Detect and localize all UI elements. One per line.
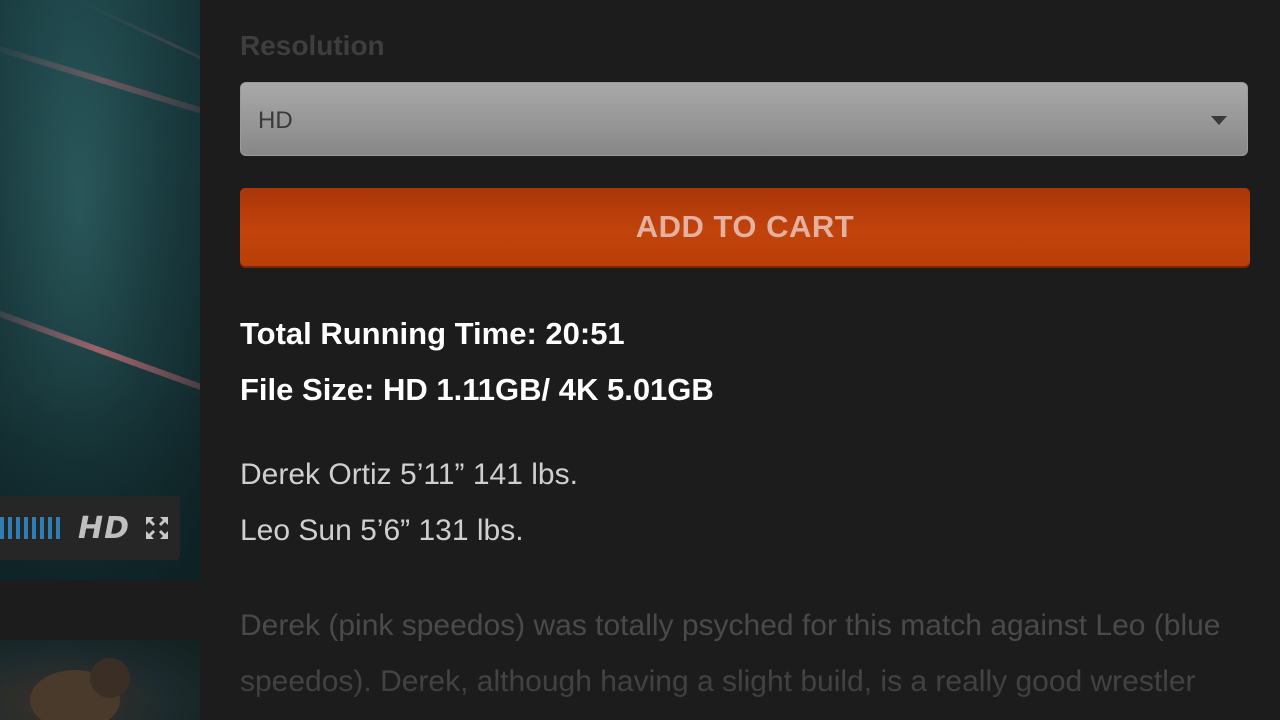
video-player[interactable]: HD	[0, 0, 200, 580]
volume-level-indicator[interactable]	[0, 516, 60, 540]
add-to-cart-label: ADD TO CART	[635, 209, 855, 244]
video-frame-detail	[79, 0, 200, 88]
volume-bar	[8, 517, 12, 539]
volume-bar	[40, 517, 44, 539]
resolution-select[interactable]: HD	[240, 82, 1248, 156]
thumbnail-detail	[90, 658, 130, 698]
volume-bar	[56, 517, 60, 539]
hd-quality-toggle[interactable]: HD	[78, 511, 130, 546]
volume-bar	[48, 517, 52, 539]
volume-bar	[0, 517, 4, 539]
video-thumbnail-secondary[interactable]	[0, 640, 200, 720]
volume-bar	[32, 517, 36, 539]
product-description: Derek (pink speedos) was totally psyched…	[240, 609, 1221, 698]
video-controls-bar: HD	[0, 496, 180, 560]
wrestler-stats: Leo Sun 5’6” 131 lbs.	[240, 514, 524, 547]
chevron-down-icon	[1211, 116, 1227, 125]
fullscreen-icon[interactable]	[144, 515, 170, 541]
add-to-cart-button[interactable]: ADD TO CART	[240, 188, 1250, 266]
file-size: File Size: HD 1.11GB/ 4K 5.01GB	[240, 372, 714, 407]
wrestler-stats: Derek Ortiz 5’11” 141 lbs.	[240, 458, 578, 491]
volume-bar	[16, 517, 20, 539]
resolution-label: Resolution	[240, 30, 385, 61]
resolution-selected-value: HD	[258, 107, 293, 134]
running-time: Total Running Time: 20:51	[240, 316, 625, 351]
volume-bar	[24, 517, 28, 539]
video-frame-detail	[0, 40, 200, 122]
